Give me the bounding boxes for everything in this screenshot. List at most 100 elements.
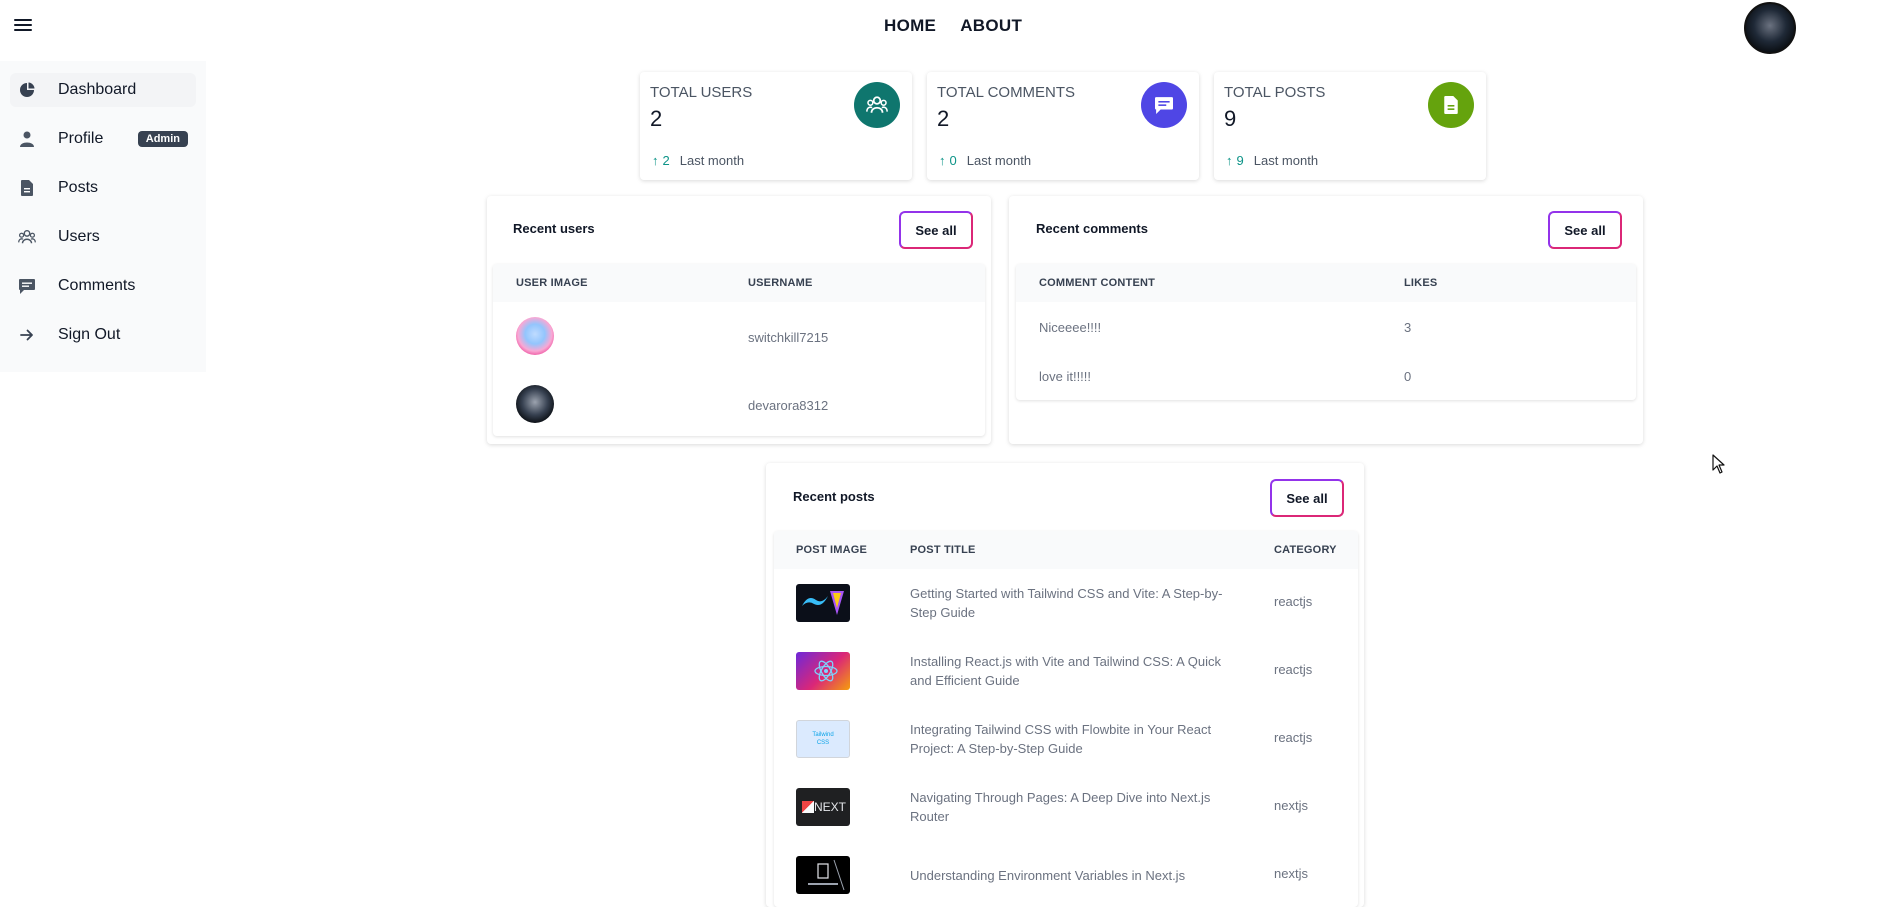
comment-content-cell: love it!!!!!: [1039, 369, 1092, 384]
arrow-up-icon: ↑: [939, 153, 946, 168]
table-row: Niceeee!!!! 3: [1016, 302, 1636, 351]
category-cell: nextjs: [1274, 866, 1308, 881]
category-cell: reactjs: [1274, 594, 1313, 609]
post-thumbnail[interactable]: [796, 856, 850, 894]
stat-footer: ↑ 2 Last month: [652, 153, 744, 168]
thumbnail-text: NEXT: [813, 800, 846, 814]
post-title-cell[interactable]: Integrating Tailwind CSS with Flowbite i…: [910, 720, 1211, 758]
arrow-right-icon: [18, 326, 36, 344]
likes-cell: 3: [1404, 320, 1412, 335]
post-title-cell[interactable]: Installing React.js with Vite and Tailwi…: [910, 652, 1221, 690]
category-cell: reactjs: [1274, 730, 1313, 745]
stat-card-total-posts: TOTAL POSTS 9 ↑ 9 Last month: [1214, 72, 1486, 180]
user-avatar: [516, 385, 554, 423]
column-header: COMMENT CONTENT: [1039, 277, 1156, 289]
recent-comments-table: COMMENT CONTENT LIKES Niceeee!!!! 3 love…: [1016, 264, 1636, 400]
post-title-cell[interactable]: Understanding Environment Variables in N…: [910, 866, 1185, 885]
nav-home-link[interactable]: HOME: [884, 16, 936, 36]
sidebar-item-comments[interactable]: Comments: [10, 269, 196, 303]
sidebar-item-label: Dashboard: [58, 81, 137, 98]
category-cell: reactjs: [1274, 662, 1313, 677]
stat-period: Last month: [679, 153, 745, 168]
post-thumbnail[interactable]: Tailwind CSS: [796, 720, 850, 758]
user-avatar: [516, 317, 554, 355]
sidebar-item-label: Users: [58, 228, 100, 245]
username-cell: devarora8312: [748, 398, 829, 413]
username-cell: switchkill7215: [748, 330, 829, 345]
stat-footer: ↑ 9 Last month: [1226, 153, 1318, 168]
chat-icon: [1141, 82, 1187, 128]
top-navbar: HOME ABOUT: [0, 0, 1894, 56]
sidebar-item-dashboard[interactable]: Dashboard: [10, 73, 196, 107]
pie-chart-icon: [18, 81, 36, 99]
column-header: USERNAME: [748, 277, 813, 289]
sidebar-item-label: Comments: [58, 277, 136, 294]
document-icon: [1428, 82, 1474, 128]
stat-period: Last month: [966, 153, 1032, 168]
table-row: switchkill7215: [493, 302, 985, 370]
role-badge: Admin: [137, 131, 188, 147]
sidebar-item-sign-out[interactable]: Sign Out: [10, 318, 196, 352]
main-nav: HOME ABOUT: [884, 16, 1022, 36]
sidebar-item-users[interactable]: Users: [10, 220, 196, 254]
table-row: NEXT Navigating Through Pages: A Deep Di…: [774, 773, 1358, 841]
mouse-cursor-icon: [1712, 454, 1726, 474]
table-row: Tailwind CSS Integrating Tailwind CSS wi…: [774, 705, 1358, 773]
sidebar-item-profile[interactable]: Profile Admin: [10, 122, 196, 156]
stat-card-total-comments: TOTAL COMMENTS 2 ↑ 0 Last month: [927, 72, 1199, 180]
thumbnail-text: Tailwind CSS: [812, 732, 834, 746]
column-header: USER IMAGE: [516, 277, 588, 289]
recent-users-panel: Recent users See all USER IMAGE USERNAME…: [487, 196, 991, 444]
post-title-cell[interactable]: Navigating Through Pages: A Deep Dive in…: [910, 788, 1210, 826]
table-header: COMMENT CONTENT LIKES: [1016, 264, 1636, 302]
arrow-up-icon: ↑: [1226, 153, 1233, 168]
stat-delta: 2: [662, 153, 670, 168]
column-header: POST IMAGE: [796, 544, 868, 556]
sidebar: Dashboard Profile Admin Posts Users Comm…: [0, 61, 206, 372]
logo-mark: [802, 801, 814, 813]
post-thumbnail[interactable]: NEXT: [796, 788, 850, 826]
panel-title: Recent users: [513, 221, 595, 236]
see-all-users-button[interactable]: See all: [899, 211, 973, 249]
user-avatar[interactable]: [1744, 2, 1796, 54]
table-header: USER IMAGE USERNAME: [493, 264, 985, 302]
panel-title: Recent posts: [793, 489, 875, 504]
table-row: Getting Started with Tailwind CSS and Vi…: [774, 569, 1358, 637]
recent-comments-panel: Recent comments See all COMMENT CONTENT …: [1009, 196, 1643, 444]
users-icon: [18, 228, 36, 246]
post-title-cell[interactable]: Getting Started with Tailwind CSS and Vi…: [910, 584, 1222, 622]
see-all-posts-button[interactable]: See all: [1270, 479, 1344, 517]
table-row: Installing React.js with Vite and Tailwi…: [774, 637, 1358, 705]
stat-footer: ↑ 0 Last month: [939, 153, 1031, 168]
recent-posts-panel: Recent posts See all POST IMAGE POST TIT…: [766, 463, 1364, 907]
see-all-comments-button[interactable]: See all: [1548, 211, 1622, 249]
column-header: POST TITLE: [910, 544, 976, 556]
post-thumbnail[interactable]: [796, 584, 850, 622]
table-row: love it!!!!! 0: [1016, 351, 1636, 400]
table-header: POST IMAGE POST TITLE CATEGORY: [774, 531, 1358, 569]
sidebar-item-label: Profile: [58, 130, 104, 147]
stat-delta: 0: [949, 153, 957, 168]
stat-period: Last month: [1253, 153, 1319, 168]
column-header: LIKES: [1404, 277, 1438, 289]
arrow-up-icon: ↑: [652, 153, 659, 168]
document-icon: [18, 179, 36, 197]
sidebar-item-posts[interactable]: Posts: [10, 171, 196, 205]
nav-about-link[interactable]: ABOUT: [960, 16, 1022, 36]
hamburger-menu-icon[interactable]: [14, 16, 32, 34]
sidebar-item-label: Sign Out: [58, 326, 121, 343]
category-cell: nextjs: [1274, 798, 1308, 813]
panel-title: Recent comments: [1036, 221, 1148, 236]
stat-delta: 9: [1236, 153, 1244, 168]
sidebar-item-label: Posts: [58, 179, 99, 196]
table-row: devarora8312: [493, 370, 985, 436]
recent-users-table: USER IMAGE USERNAME switchkill7215 devar…: [493, 264, 985, 436]
user-icon: [18, 130, 36, 148]
comment-content-cell: Niceeee!!!!: [1039, 320, 1102, 335]
column-header: CATEGORY: [1274, 544, 1337, 556]
users-group-icon: [854, 82, 900, 128]
post-thumbnail[interactable]: [796, 652, 850, 690]
likes-cell: 0: [1404, 369, 1412, 384]
table-row: Understanding Environment Variables in N…: [774, 841, 1358, 907]
recent-posts-table: POST IMAGE POST TITLE CATEGORY Getting S…: [774, 531, 1358, 907]
